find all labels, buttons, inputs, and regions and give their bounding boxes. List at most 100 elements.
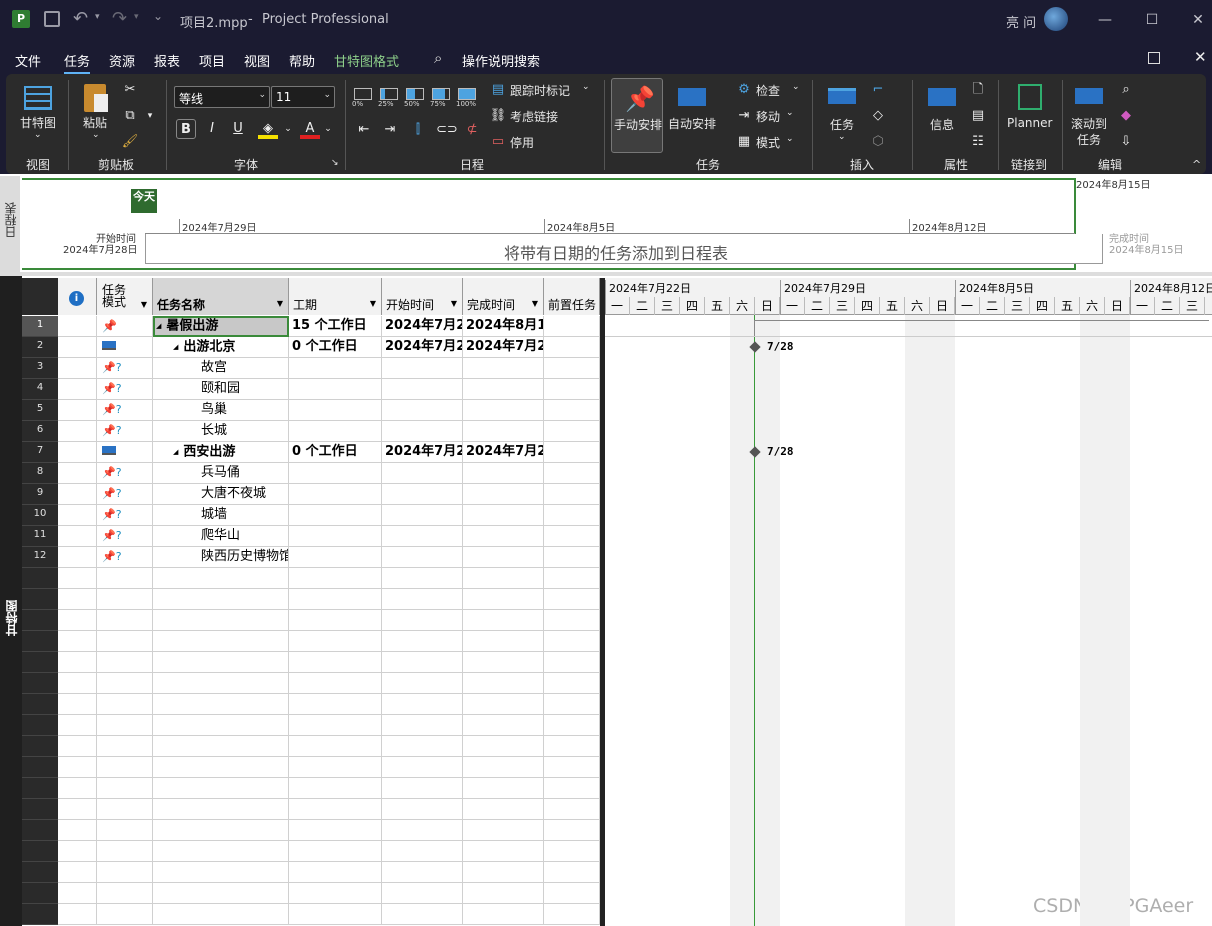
start-cell[interactable]: 2024年7月28日 bbox=[382, 316, 463, 337]
collapse-triangle-icon[interactable]: ◢ bbox=[173, 343, 178, 351]
grid-cell[interactable] bbox=[544, 379, 600, 400]
grid-cell[interactable] bbox=[382, 778, 463, 799]
font-size-combo[interactable]: 11 ⌄ bbox=[271, 86, 335, 108]
row-header[interactable]: 4 bbox=[22, 379, 58, 400]
grid-cell[interactable] bbox=[153, 862, 289, 883]
cut-icon[interactable]: ✂ bbox=[120, 80, 140, 100]
grid-cell[interactable] bbox=[58, 526, 97, 547]
grid-cell[interactable] bbox=[97, 673, 153, 694]
grid-cell[interactable] bbox=[463, 568, 544, 589]
grid-cell[interactable] bbox=[544, 841, 600, 862]
task-name-cell[interactable]: 故宫 bbox=[153, 358, 289, 379]
move-label[interactable]: 移动 bbox=[756, 108, 780, 125]
grid-cell[interactable] bbox=[544, 505, 600, 526]
grid-cell[interactable] bbox=[463, 820, 544, 841]
grid-cell[interactable] bbox=[544, 358, 600, 379]
row-header[interactable]: 3 bbox=[22, 358, 58, 379]
grid-cell[interactable] bbox=[382, 568, 463, 589]
grid-cell[interactable] bbox=[97, 610, 153, 631]
start-cell[interactable] bbox=[382, 421, 463, 442]
task-name-cell[interactable]: 颐和园 bbox=[153, 379, 289, 400]
outdent-icon[interactable]: ⇤ bbox=[354, 120, 374, 140]
finish-cell[interactable] bbox=[463, 526, 544, 547]
grid-cell[interactable] bbox=[97, 841, 153, 862]
filter-dropdown-icon[interactable]: ▼ bbox=[277, 299, 283, 308]
grid-cell[interactable] bbox=[97, 757, 153, 778]
grid-cell[interactable] bbox=[289, 736, 382, 757]
grid-cell[interactable] bbox=[289, 715, 382, 736]
bold-button[interactable]: B bbox=[176, 119, 196, 139]
grid-cell[interactable] bbox=[153, 610, 289, 631]
grid-cell[interactable] bbox=[153, 736, 289, 757]
grid-cell[interactable] bbox=[58, 778, 97, 799]
task-name-cell[interactable]: 鸟巢 bbox=[153, 400, 289, 421]
tab-view[interactable]: 视图 bbox=[244, 51, 270, 70]
finish-cell[interactable] bbox=[463, 379, 544, 400]
row-header[interactable]: 9 bbox=[22, 484, 58, 505]
grid-cell[interactable] bbox=[544, 694, 600, 715]
grid-cell[interactable] bbox=[544, 778, 600, 799]
grid-cell[interactable] bbox=[544, 463, 600, 484]
finish-cell[interactable] bbox=[463, 400, 544, 421]
grid-cell[interactable] bbox=[97, 904, 153, 925]
task-name-cell[interactable]: 大唐不夜城 bbox=[153, 484, 289, 505]
task-mode-cell[interactable]: 📌? bbox=[97, 505, 153, 526]
grid-cell[interactable] bbox=[289, 589, 382, 610]
start-cell[interactable] bbox=[382, 526, 463, 547]
row-header[interactable] bbox=[22, 631, 58, 652]
row-header[interactable]: 5 bbox=[22, 400, 58, 421]
start-cell[interactable] bbox=[382, 400, 463, 421]
find-icon[interactable]: ⌕ bbox=[1116, 80, 1136, 100]
grid-cell[interactable] bbox=[382, 652, 463, 673]
percent-complete-button[interactable] bbox=[406, 88, 424, 100]
grid-cell[interactable] bbox=[544, 337, 600, 358]
undo-icon[interactable]: ↶ bbox=[73, 8, 88, 29]
close-document-icon[interactable]: ✕ bbox=[1194, 48, 1207, 66]
grid-cell[interactable] bbox=[58, 715, 97, 736]
row-header[interactable] bbox=[22, 862, 58, 883]
grid-cell[interactable] bbox=[153, 904, 289, 925]
finish-cell[interactable]: 2024年7月28日 bbox=[463, 442, 544, 463]
finish-cell[interactable] bbox=[463, 358, 544, 379]
tab-resource[interactable]: 资源 bbox=[109, 51, 135, 70]
grid-cell[interactable] bbox=[463, 673, 544, 694]
duration-cell[interactable] bbox=[289, 463, 382, 484]
duration-cell[interactable]: 15 个工作日 bbox=[289, 316, 382, 337]
row-header[interactable] bbox=[22, 778, 58, 799]
finish-cell[interactable] bbox=[463, 484, 544, 505]
information-button[interactable]: 信息 bbox=[920, 80, 964, 148]
row-header[interactable] bbox=[22, 883, 58, 904]
row-header[interactable]: 7 bbox=[22, 442, 58, 463]
grid-cell[interactable] bbox=[382, 610, 463, 631]
row-header[interactable] bbox=[22, 610, 58, 631]
select-all-corner[interactable] bbox=[22, 278, 58, 315]
finish-cell[interactable] bbox=[463, 547, 544, 568]
task-mode-cell[interactable]: 📌? bbox=[97, 484, 153, 505]
grid-cell[interactable] bbox=[153, 820, 289, 841]
duration-cell[interactable]: 0 个工作日 bbox=[289, 337, 382, 358]
column-header-duration[interactable]: 工期 ▼ bbox=[289, 278, 382, 315]
planner-button[interactable]: Planner bbox=[1004, 80, 1056, 148]
task-name-cell[interactable]: 长城 bbox=[153, 421, 289, 442]
grid-cell[interactable] bbox=[58, 568, 97, 589]
search-icon[interactable]: ⌕ bbox=[434, 49, 442, 67]
duration-cell[interactable] bbox=[289, 547, 382, 568]
row-header[interactable] bbox=[22, 736, 58, 757]
grid-cell[interactable] bbox=[463, 757, 544, 778]
grid-cell[interactable] bbox=[382, 736, 463, 757]
grid-cell[interactable] bbox=[382, 799, 463, 820]
finish-cell[interactable]: 2024年8月15日 bbox=[463, 316, 544, 337]
mode-label[interactable]: 模式 bbox=[756, 134, 780, 151]
filter-dropdown-icon[interactable]: ▼ bbox=[451, 299, 457, 308]
grid-cell[interactable] bbox=[463, 841, 544, 862]
grid-cell[interactable] bbox=[97, 631, 153, 652]
grid-cell[interactable] bbox=[544, 316, 600, 337]
grid-cell[interactable] bbox=[58, 400, 97, 421]
mark-on-track-label[interactable]: 跟踪时标记 bbox=[510, 82, 570, 99]
highlight-dropdown-icon[interactable]: ⌄ bbox=[278, 119, 298, 139]
grid-cell[interactable] bbox=[58, 442, 97, 463]
grid-cell[interactable] bbox=[153, 652, 289, 673]
timeline-side-tab[interactable]: 日程表 bbox=[0, 176, 20, 272]
row-header[interactable] bbox=[22, 673, 58, 694]
grid-cell[interactable] bbox=[289, 631, 382, 652]
